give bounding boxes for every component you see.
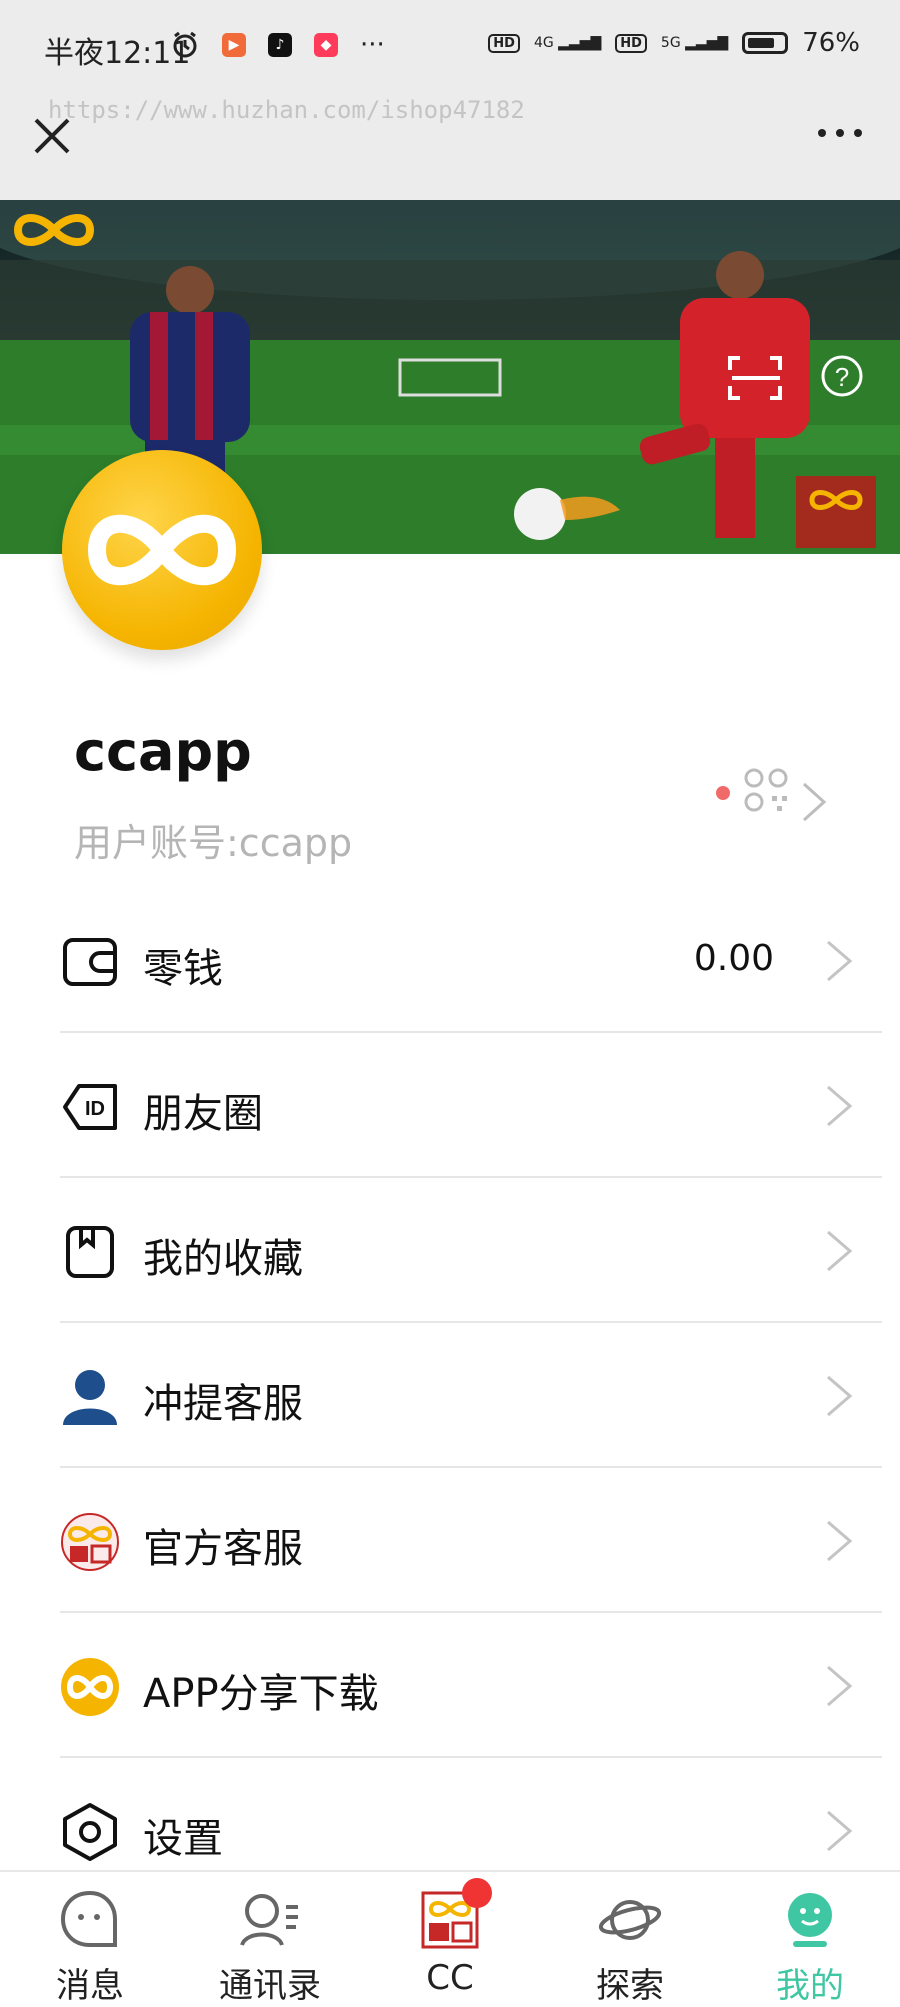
more-options-button[interactable] [810, 118, 870, 148]
svg-text:?: ? [835, 362, 849, 392]
menu-list: 零钱 0.00 ID 朋友圈 我的收藏 冲提客服 官方客服 APP分享下载 设置 [0, 888, 900, 1903]
qr-code-button[interactable] [712, 766, 830, 826]
bottom-tab-bar: 消息 通讯录 CC 探索 我的 [0, 1870, 900, 2006]
user-icon [60, 1367, 120, 1427]
official-seal-logo [796, 476, 876, 548]
status-right-icons: HD 4G ▂▃▅▇ HD 5G ▂▃▅▇ 76% [488, 28, 860, 58]
wallet-icon [60, 932, 120, 992]
qr-code-icon [744, 768, 788, 812]
status-time: 半夜12:11 [44, 36, 191, 71]
tab-label: CC [426, 1958, 474, 1998]
svg-text:ID: ID [85, 1098, 105, 1120]
menu-item-label: 官方客服 [143, 1526, 303, 1572]
signal-5g-icon: 5G ▂▃▅▇ [660, 35, 729, 51]
chevron-right-icon [802, 782, 827, 822]
video-app-icon: ▶ [222, 33, 246, 57]
more-notifications-icon: ··· [360, 30, 385, 60]
profile-name: ccapp [74, 720, 252, 783]
chevron-right-icon [827, 940, 853, 982]
close-button[interactable] [30, 114, 74, 158]
alarm-icon [173, 31, 197, 58]
menu-item-label: 零钱 [143, 946, 223, 992]
menu-item-label: 朋友圈 [143, 1091, 263, 1137]
avatar[interactable] [62, 450, 262, 650]
official-seal-icon [60, 1512, 120, 1572]
tab-messages[interactable]: 消息 [0, 1872, 180, 2006]
planet-icon [598, 1888, 662, 1952]
message-icon [58, 1888, 122, 1952]
app-logo-icon [60, 1657, 120, 1717]
browser-top-bar: https://www.huzhan.com/ishop47182 [0, 96, 900, 200]
battery-percent: 76% [802, 28, 860, 58]
me-icon [778, 1888, 842, 1952]
app-logo-icon [87, 514, 237, 586]
chevron-right-icon [827, 1665, 853, 1707]
shopping-app-icon: ◆ [314, 33, 338, 57]
menu-item-label: 冲提客服 [143, 1381, 303, 1427]
status-bar: 半夜12:11 ▶ ♪ ◆ ··· HD 4G ▂▃▅▇ HD 5G ▂▃▅▇ … [0, 0, 900, 96]
status-notification-icons: ▶ ♪ ◆ ··· [170, 30, 385, 60]
menu-item-label: APP分享下载 [143, 1671, 379, 1717]
battery-icon [742, 32, 789, 54]
tab-cc[interactable]: CC [360, 1872, 540, 2000]
menu-item-favorites[interactable]: 我的收藏 [0, 1178, 900, 1323]
chevron-right-icon [827, 1375, 853, 1417]
signal-4g-icon: 4G ▂▃▅▇ [533, 35, 602, 51]
hd-icon-2: HD [615, 33, 647, 53]
menu-item-deposit-support[interactable]: 冲提客服 [0, 1323, 900, 1468]
notification-badge [462, 1878, 492, 1908]
signal-5g-label: 5G [660, 35, 681, 51]
chevron-right-icon [827, 1810, 853, 1852]
battery-fill [748, 38, 775, 48]
tiktok-icon: ♪ [268, 33, 292, 57]
menu-item-wallet[interactable]: 零钱 0.00 [0, 888, 900, 1033]
tab-me[interactable]: 我的 [720, 1872, 900, 2006]
hd-icon: HD [488, 33, 520, 53]
menu-item-moments[interactable]: ID 朋友圈 [0, 1033, 900, 1178]
menu-item-label: 我的收藏 [143, 1236, 303, 1282]
chevron-right-icon [827, 1230, 853, 1272]
more-icon [818, 129, 862, 137]
profile-account: 用户账号:ccapp [74, 821, 353, 865]
menu-item-label: 设置 [143, 1816, 223, 1862]
wallet-balance: 0.00 [693, 938, 774, 979]
tab-explore[interactable]: 探索 [540, 1872, 720, 2006]
settings-icon [60, 1802, 120, 1862]
url-watermark: https://www.huzhan.com/ishop47182 [48, 96, 525, 124]
tab-contacts[interactable]: 通讯录 [180, 1872, 360, 2006]
menu-item-official-support[interactable]: 官方客服 [0, 1468, 900, 1613]
chevron-right-icon [827, 1085, 853, 1127]
id-tag-icon: ID [60, 1077, 120, 1137]
chevron-right-icon [827, 1520, 853, 1562]
notification-dot [716, 786, 730, 800]
signal-4g-label: 4G [533, 35, 554, 51]
menu-item-app-share[interactable]: APP分享下载 [0, 1613, 900, 1758]
bookmark-icon [60, 1222, 120, 1282]
contacts-icon [238, 1888, 302, 1952]
close-icon [34, 118, 70, 154]
